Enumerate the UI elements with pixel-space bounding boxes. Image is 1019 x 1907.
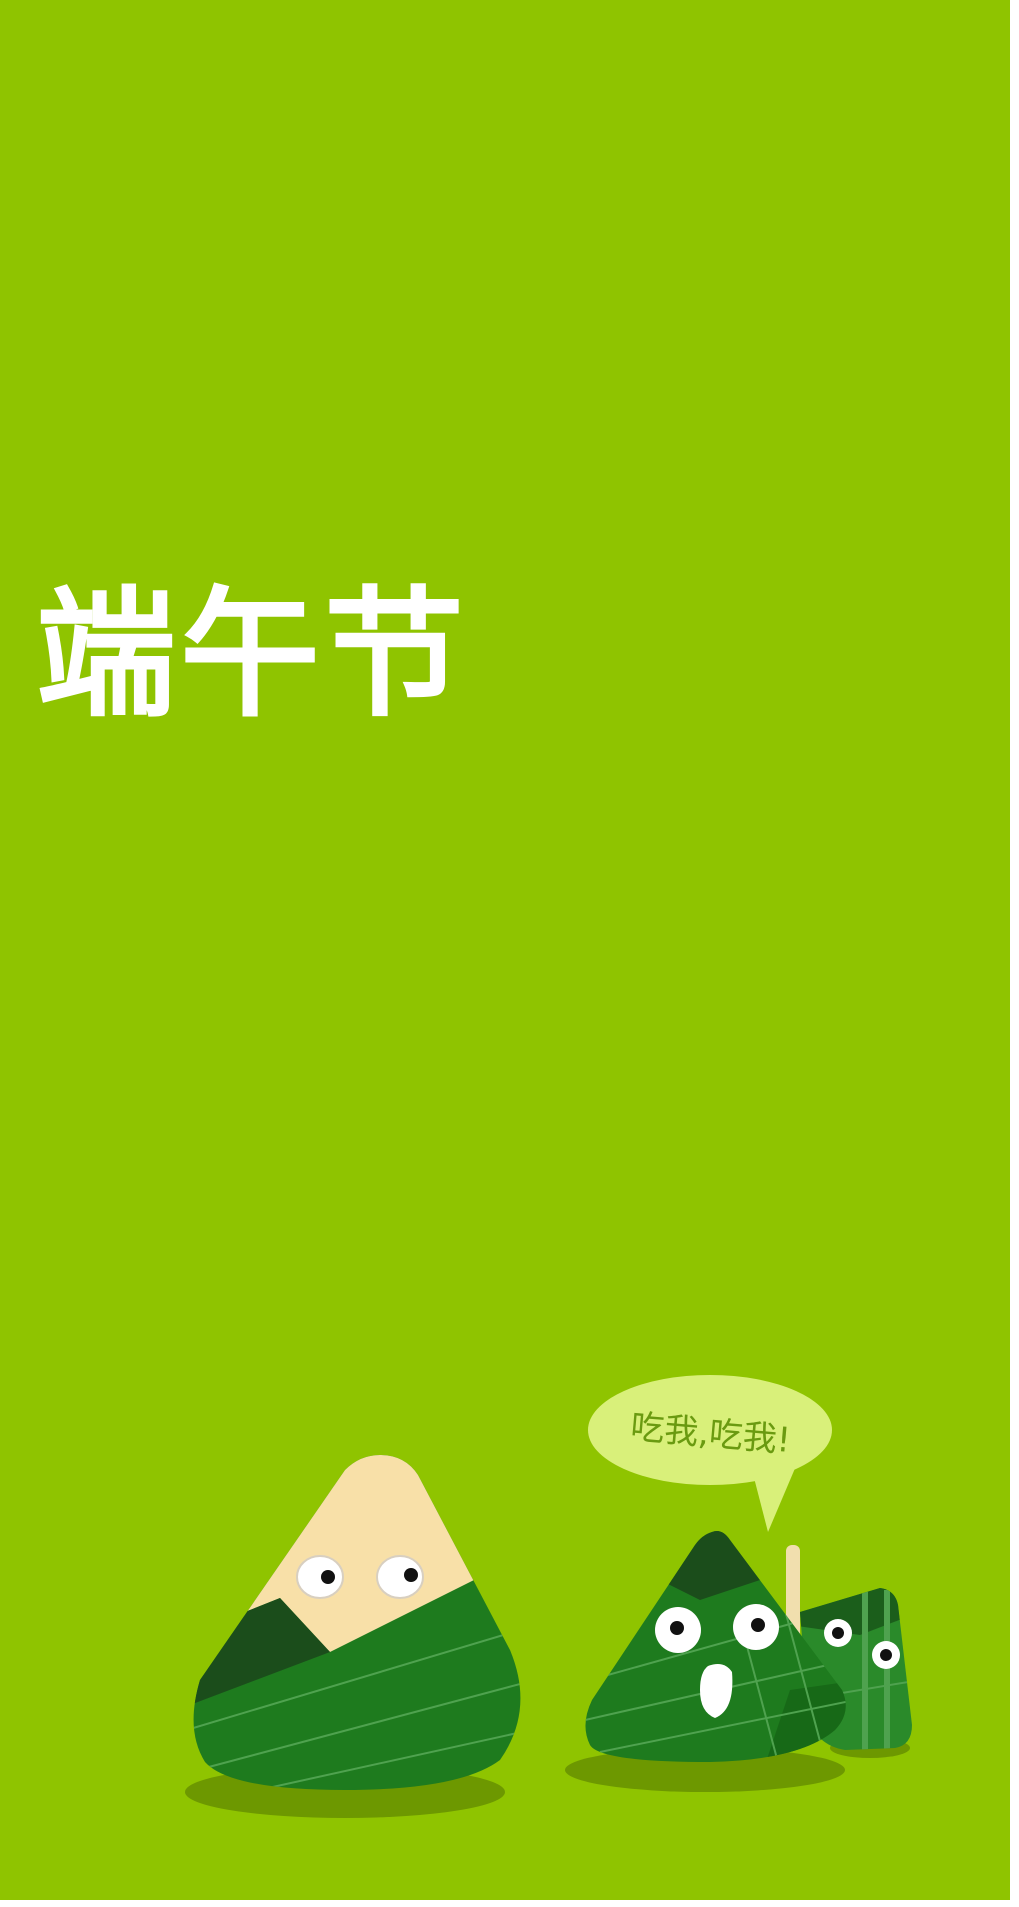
zongzi-left: [193, 1455, 521, 1790]
festival-poster: 端午节 吃我,吃我!: [0, 0, 1010, 1900]
zongzi-illustration: 吃我,吃我!: [185, 1375, 912, 1818]
speech-bubble: 吃我,吃我!: [588, 1375, 832, 1532]
